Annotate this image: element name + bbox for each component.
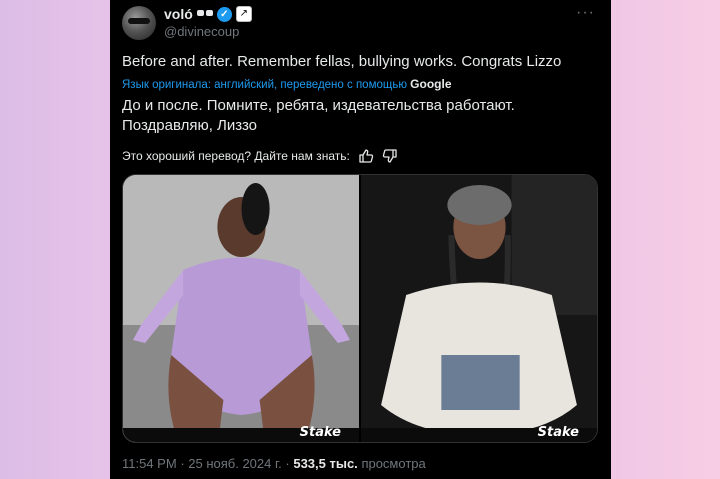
tweet-media[interactable]: Stake Stake <box>122 174 598 443</box>
media-photo-before[interactable]: Stake <box>123 175 359 442</box>
thumbs-down-icon[interactable] <box>382 148 398 164</box>
avatar[interactable] <box>122 6 156 40</box>
media-photo-after[interactable]: Stake <box>361 175 597 442</box>
translation-provider-logo: Google <box>410 77 452 91</box>
photo-after-illustration <box>361 175 597 442</box>
rating-prompt: Это хороший перевод? Дайте нам знать: <box>122 149 350 163</box>
translated-text: До и после. Помните, ребята, издевательс… <box>122 97 515 134</box>
thumbs-up-icon[interactable] <box>358 148 374 164</box>
sunglasses-emoji-icon <box>196 10 213 18</box>
display-name[interactable]: voló <box>164 6 193 22</box>
views-label: просмотра <box>361 456 426 471</box>
tweet-time[interactable]: 11:54 PM <box>122 456 177 471</box>
translation-rating: Это хороший перевод? Дайте нам знать: <box>122 148 398 164</box>
verified-badge-icon[interactable]: ✓ <box>216 6 232 22</box>
views-count: 533,5 тыс. <box>293 456 358 471</box>
author-handle[interactable]: @divinecoup <box>164 24 239 39</box>
translation-note-text[interactable]: Язык оригинала: английский, переведено с… <box>122 79 407 91</box>
author-name-row: voló ✓ ↗ <box>164 6 252 22</box>
tweet-text: Before and after. Remember fellas, bully… <box>122 53 562 70</box>
photo-before-illustration <box>123 175 359 442</box>
tweet-meta: 11:54 PM · 25 нояб. 2024 г. · 533,5 тыс.… <box>122 456 426 471</box>
stake-watermark: Stake <box>299 425 341 440</box>
affiliate-badge-icon[interactable]: ↗ <box>235 6 252 22</box>
more-options-button[interactable]: ··· <box>576 4 595 22</box>
stake-watermark: Stake <box>537 425 579 440</box>
tweet-date[interactable]: 25 нояб. 2024 г. <box>188 456 282 471</box>
tweet-card: voló ✓ ↗ @divinecoup ··· Before and afte… <box>110 0 611 479</box>
translation-note: Язык оригинала: английский, переведено с… <box>122 77 452 91</box>
